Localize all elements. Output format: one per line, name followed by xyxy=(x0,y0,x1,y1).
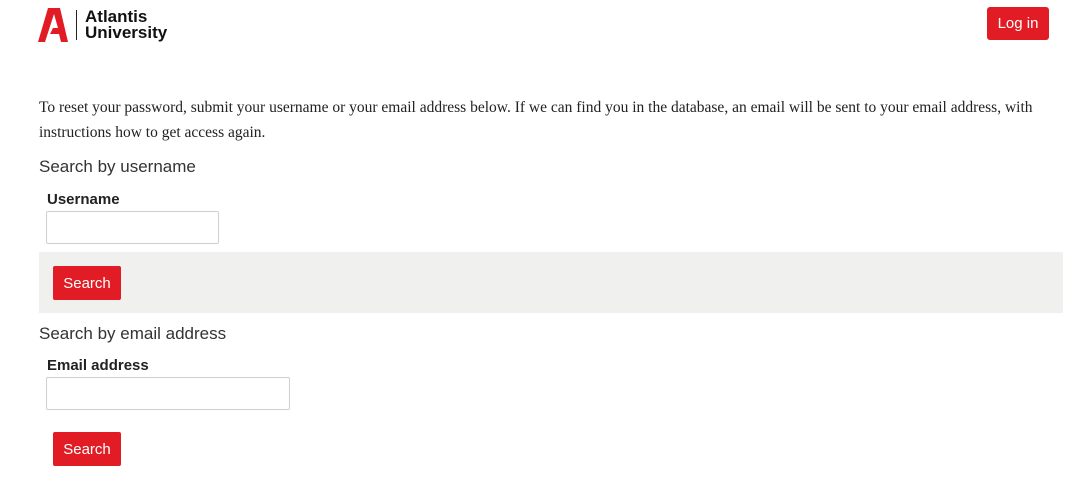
reset-instructions: To reset your password, submit your user… xyxy=(39,99,1033,141)
logo-divider xyxy=(76,10,77,40)
email-label: Email address xyxy=(47,357,149,374)
atlantis-a-logo-icon xyxy=(38,8,68,42)
page: Atlantis University Log in To reset your… xyxy=(0,0,1083,481)
search-by-username-heading: Search by username xyxy=(39,157,196,176)
search-email-button[interactable]: Search xyxy=(53,432,121,466)
login-button[interactable]: Log in xyxy=(987,7,1049,40)
search-username-button[interactable]: Search xyxy=(53,266,121,300)
username-action-bar xyxy=(39,252,1063,313)
username-label: Username xyxy=(47,191,120,208)
university-logo[interactable]: Atlantis University xyxy=(38,8,167,42)
logo-text: Atlantis University xyxy=(85,8,168,42)
email-input[interactable] xyxy=(46,377,290,410)
username-input[interactable] xyxy=(46,211,219,244)
search-by-email-heading: Search by email address xyxy=(39,324,227,343)
logo-text-line2: University xyxy=(85,23,168,42)
site-header: Atlantis University Log in xyxy=(0,0,1083,48)
